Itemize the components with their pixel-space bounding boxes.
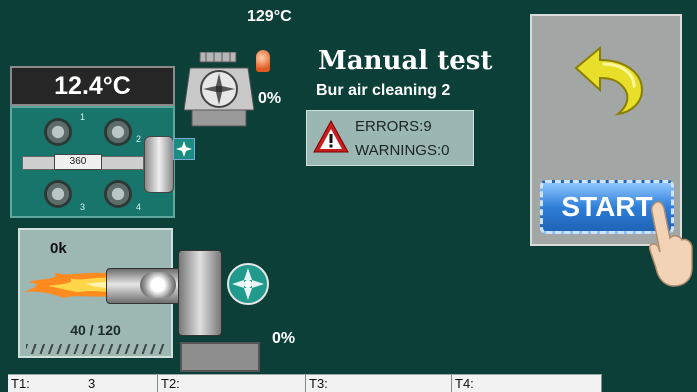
gauge-2: [104, 118, 132, 146]
errors-count: ERRORS:9: [355, 118, 432, 135]
temperature-table: T1: 3 T2: T3: T4:: [8, 374, 602, 392]
page-title: Manual test: [318, 46, 493, 76]
warnings-count: WARNINGS:0: [355, 142, 450, 159]
page-subtitle: Bur air cleaning 2: [316, 82, 451, 99]
valve-icon: [144, 136, 174, 193]
t1-label: T1:: [11, 376, 30, 391]
gauge-3: [44, 180, 72, 208]
manual-test-screen: 12.4°C 1 2 3 4 360 129°C 0% Manual test …: [0, 0, 697, 392]
setpoint-value: 360: [54, 154, 102, 170]
fuel-level: 40 / 120: [70, 322, 121, 338]
warning-triangle-icon: [313, 119, 349, 155]
feeder-percent: 0%: [272, 330, 296, 347]
gauge-2-number: 2: [136, 134, 142, 144]
thermometer-bulb-icon: [256, 50, 270, 72]
burner-mount: [178, 250, 222, 336]
gauge-3-number: 3: [80, 202, 86, 212]
alerts-box[interactable]: ERRORS:9 WARNINGS:0: [306, 110, 474, 166]
table-cell-t1: T1: 3: [8, 375, 158, 392]
gauge-4-number: 4: [136, 202, 142, 212]
boiler-temperature-display: 12.4°C: [10, 66, 175, 106]
table-cell-t3: T3:: [306, 375, 452, 392]
burner-grate: [26, 344, 165, 354]
t1-value: 3: [88, 376, 96, 391]
t4-label: T4:: [455, 376, 474, 391]
t3-label: T3:: [309, 376, 328, 391]
back-arrow-icon: [574, 45, 644, 116]
boiler-sensor-panel: 1 2 3 4 360: [10, 106, 175, 218]
gauge-4: [104, 180, 132, 208]
back-arrow-button[interactable]: [572, 44, 646, 116]
gauge-1: [44, 118, 72, 146]
burner-power: 0k: [50, 240, 67, 257]
gauge-1-number: 1: [80, 112, 86, 122]
t2-label: T2:: [161, 376, 180, 391]
table-cell-t2: T2:: [158, 375, 306, 392]
table-cell-t4: T4:: [452, 375, 602, 392]
exhaust-fan-percent: 0%: [258, 90, 282, 107]
flame-icon: [24, 268, 114, 302]
exhaust-fan-icon: [183, 51, 255, 128]
small-fan-icon: [173, 138, 195, 160]
burner-nozzle: [140, 272, 176, 298]
ash-tray: [180, 342, 260, 372]
flue-temperature: 129°C: [247, 8, 292, 25]
pointing-hand-icon: [648, 198, 694, 288]
feeder-fan-icon: [226, 262, 270, 306]
